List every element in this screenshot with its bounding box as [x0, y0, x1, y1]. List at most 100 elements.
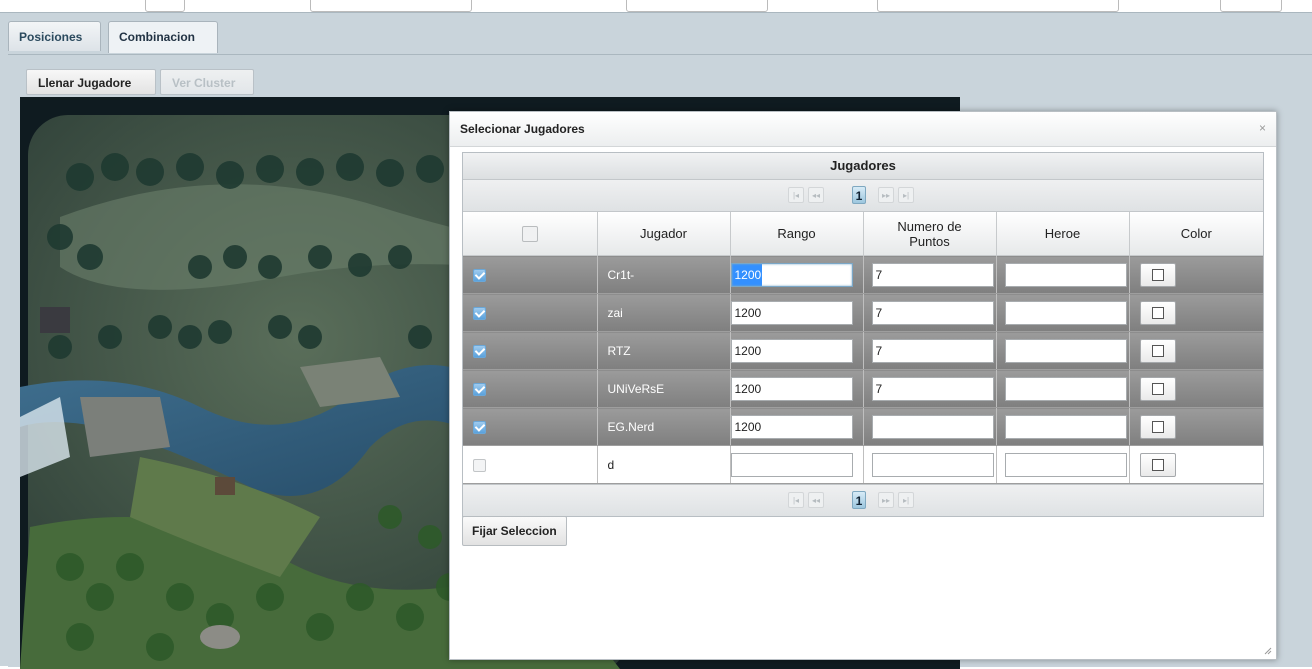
- tab-posiciones[interactable]: Posiciones: [8, 21, 101, 51]
- rango-cell: [730, 293, 864, 332]
- next-page-icon[interactable]: ▸▸: [878, 187, 894, 203]
- table-row[interactable]: EG.Nerd: [463, 407, 1263, 446]
- prev-page-icon[interactable]: ◂◂: [808, 187, 824, 203]
- heroe-cell: [996, 255, 1130, 294]
- jugador-cell: RTZ: [597, 331, 731, 370]
- players-grid: Jugadores |◂ ◂◂ 1 ▸▸ ▸| Jugador Rango Nu…: [462, 152, 1264, 517]
- rango-input[interactable]: [730, 262, 853, 287]
- last-page-icon[interactable]: ▸|: [898, 492, 914, 508]
- prev-page-icon[interactable]: ◂◂: [808, 492, 824, 508]
- table-row[interactable]: d: [463, 445, 1263, 484]
- rango-cell: [730, 407, 864, 446]
- select-players-dialog: Selecionar Jugadores × Jugadores |◂ ◂◂ 1…: [449, 111, 1277, 660]
- rango-input[interactable]: [730, 300, 853, 325]
- rango-input[interactable]: [730, 414, 853, 439]
- row-checkbox[interactable]: [473, 420, 486, 434]
- rango-cell: [730, 255, 864, 294]
- cropped-control: [145, 0, 185, 12]
- puntos-cell: [863, 445, 997, 484]
- puntos-cell: [863, 331, 997, 370]
- color-cell: [1129, 331, 1263, 370]
- close-icon[interactable]: ×: [1259, 121, 1266, 135]
- color-picker-button[interactable]: [1139, 414, 1176, 439]
- color-cell: [1129, 293, 1263, 332]
- table-row[interactable]: Cr1t-: [463, 255, 1263, 294]
- row-select-cell: [463, 407, 598, 446]
- color-picker-button[interactable]: [1139, 452, 1176, 477]
- first-page-icon[interactable]: |◂: [788, 492, 804, 508]
- select-all-header: [463, 212, 598, 256]
- heroe-input[interactable]: [1004, 338, 1127, 363]
- puntos-input[interactable]: [871, 338, 994, 363]
- row-checkbox[interactable]: [473, 382, 486, 396]
- llenar-jugadores-button[interactable]: Llenar Jugadore: [26, 69, 156, 95]
- column-header-label: Numero de Puntos: [897, 218, 962, 249]
- color-picker-button[interactable]: [1139, 338, 1176, 363]
- players-table: Jugador Rango Numero de Puntos Heroe Col…: [463, 212, 1263, 484]
- row-checkbox[interactable]: [473, 306, 486, 320]
- last-page-icon[interactable]: ▸|: [898, 187, 914, 203]
- tab-combinacion[interactable]: Combinacion: [108, 21, 218, 53]
- rango-input[interactable]: [730, 338, 853, 363]
- row-checkbox[interactable]: [473, 458, 486, 472]
- rango-input[interactable]: [730, 376, 853, 401]
- puntos-cell: [863, 293, 997, 332]
- grid-caption: Jugadores: [463, 153, 1263, 180]
- heroe-input[interactable]: [1004, 452, 1127, 477]
- color-cell: [1129, 255, 1263, 294]
- cropped-control: [1220, 0, 1282, 12]
- heroe-cell: [996, 331, 1130, 370]
- heroe-input[interactable]: [1004, 300, 1127, 325]
- color-cell: [1129, 407, 1263, 446]
- jugador-cell: zai: [597, 293, 731, 332]
- cropped-control: [626, 0, 768, 12]
- top-pager: |◂ ◂◂ 1 ▸▸ ▸|: [463, 180, 1263, 212]
- rango-cell: [730, 369, 864, 408]
- puntos-cell: [863, 369, 997, 408]
- column-header[interactable]: Rango: [730, 212, 864, 256]
- row-checkbox[interactable]: [473, 344, 486, 358]
- heroe-cell: [996, 407, 1130, 446]
- heroe-input[interactable]: [1004, 414, 1127, 439]
- row-select-cell: [463, 255, 598, 294]
- puntos-input[interactable]: [871, 262, 994, 287]
- row-checkbox[interactable]: [473, 268, 486, 282]
- jugador-cell: d: [597, 445, 731, 484]
- puntos-input[interactable]: [871, 300, 994, 325]
- rango-input[interactable]: [730, 452, 853, 477]
- first-page-icon[interactable]: |◂: [788, 187, 804, 203]
- rango-cell: [730, 331, 864, 370]
- puntos-input[interactable]: [871, 452, 994, 477]
- color-picker-button[interactable]: [1139, 376, 1176, 401]
- color-picker-button[interactable]: [1139, 300, 1176, 325]
- jugador-cell: UNiVeRsE: [597, 369, 731, 408]
- column-header[interactable]: Numero de Puntos: [863, 212, 997, 256]
- select-all-checkbox[interactable]: [521, 225, 538, 242]
- table-row[interactable]: RTZ: [463, 331, 1263, 370]
- puntos-input[interactable]: [871, 376, 994, 401]
- heroe-cell: [996, 445, 1130, 484]
- row-select-cell: [463, 369, 598, 408]
- row-select-cell: [463, 445, 598, 484]
- column-header[interactable]: Color: [1129, 212, 1263, 256]
- current-page[interactable]: 1: [852, 186, 866, 204]
- color-cell: [1129, 445, 1263, 484]
- dialog-title: Selecionar Jugadores: [450, 112, 1276, 147]
- next-page-icon[interactable]: ▸▸: [878, 492, 894, 508]
- table-row[interactable]: UNiVeRsE: [463, 369, 1263, 408]
- fijar-seleccion-button[interactable]: Fijar Seleccion: [462, 516, 567, 546]
- puntos-input[interactable]: [871, 414, 994, 439]
- top-strip: [0, 0, 1312, 12]
- resize-grip-icon[interactable]: [1264, 647, 1272, 655]
- heroe-input[interactable]: [1004, 262, 1127, 287]
- color-picker-button[interactable]: [1139, 262, 1176, 287]
- puntos-cell: [863, 407, 997, 446]
- table-row[interactable]: zai: [463, 293, 1263, 332]
- color-cell: [1129, 369, 1263, 408]
- jugador-cell: EG.Nerd: [597, 407, 731, 446]
- current-page[interactable]: 1: [852, 491, 866, 509]
- heroe-input[interactable]: [1004, 376, 1127, 401]
- column-header[interactable]: Jugador: [597, 212, 731, 256]
- ver-cluster-button[interactable]: Ver Cluster: [160, 69, 254, 95]
- column-header[interactable]: Heroe: [996, 212, 1130, 256]
